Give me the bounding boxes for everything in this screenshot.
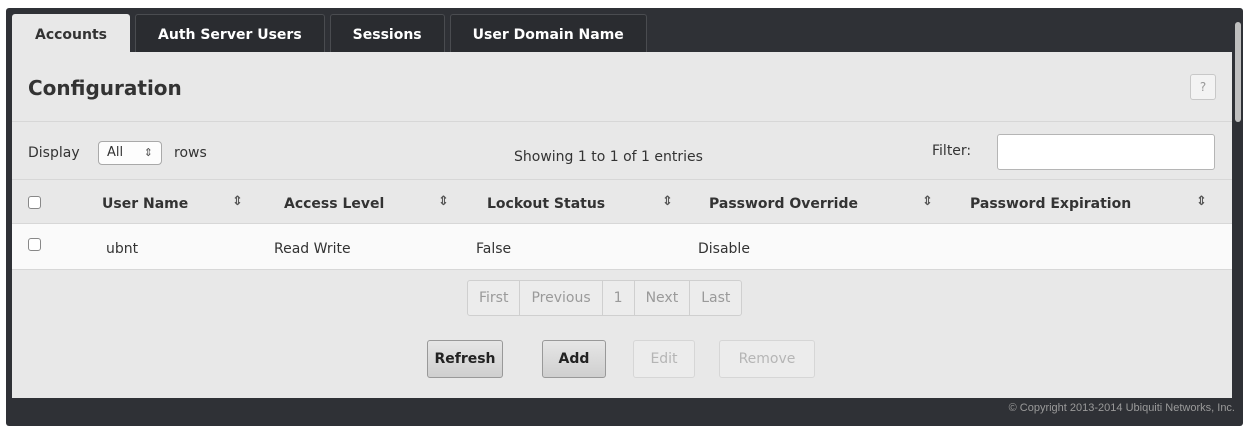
sort-icon[interactable]: ⇕ xyxy=(662,194,673,209)
select-arrows-icon: ⇕ xyxy=(143,146,153,159)
panel-header: Configuration ? xyxy=(12,52,1232,122)
sort-icon[interactable]: ⇕ xyxy=(438,194,449,209)
cell-user-name: ubnt xyxy=(106,241,139,257)
sort-icon[interactable]: ⇕ xyxy=(922,194,933,209)
tab-bar: Accounts Auth Server Users Sessions User… xyxy=(12,14,650,52)
table-controls: Display All ⇕ rows Showing 1 to 1 of 1 e… xyxy=(12,122,1232,179)
table-header: User Name ⇕ Access Level ⇕ Lockout Statu… xyxy=(12,179,1232,224)
select-all-checkbox[interactable] xyxy=(28,196,41,209)
tab-user-domain-name[interactable]: User Domain Name xyxy=(449,14,647,52)
pager-last[interactable]: Last xyxy=(690,281,741,315)
help-icon[interactable]: ? xyxy=(1190,74,1216,100)
filter-label: Filter: xyxy=(932,143,972,159)
remove-button[interactable]: Remove xyxy=(719,340,815,378)
row-checkbox[interactable] xyxy=(28,238,41,251)
edit-button[interactable]: Edit xyxy=(633,340,695,378)
add-button[interactable]: Add xyxy=(542,340,606,378)
page-title: Configuration xyxy=(28,76,182,100)
tab-sessions[interactable]: Sessions xyxy=(329,14,445,52)
display-rows-select[interactable]: All ⇕ xyxy=(98,141,162,165)
column-password-override[interactable]: Password Override xyxy=(709,196,858,212)
cell-lockout-status: False xyxy=(476,241,512,257)
sort-icon[interactable]: ⇕ xyxy=(232,194,243,209)
display-label: Display xyxy=(28,145,80,161)
copyright-footer: © Copyright 2013-2014 Ubiquiti Networks,… xyxy=(1008,402,1235,414)
tab-auth-server-users[interactable]: Auth Server Users xyxy=(135,14,325,52)
rows-label: rows xyxy=(174,145,207,161)
cell-access-level: Read Write xyxy=(274,241,351,257)
filter-input[interactable] xyxy=(997,134,1215,170)
accounts-panel: Configuration ? Display All ⇕ rows Showi… xyxy=(12,52,1232,398)
pager-next[interactable]: Next xyxy=(635,281,691,315)
entries-info: Showing 1 to 1 of 1 entries xyxy=(514,149,703,165)
pager-previous[interactable]: Previous xyxy=(520,281,603,315)
sort-icon[interactable]: ⇕ xyxy=(1196,194,1207,209)
pager-first[interactable]: First xyxy=(468,281,521,315)
pagination: First Previous 1 Next Last xyxy=(467,280,743,316)
refresh-button[interactable]: Refresh xyxy=(427,340,503,378)
column-access-level[interactable]: Access Level xyxy=(284,196,384,212)
table-row[interactable]: ubnt Read Write False Disable xyxy=(12,224,1232,270)
column-user-name[interactable]: User Name xyxy=(102,196,188,212)
tab-accounts[interactable]: Accounts xyxy=(12,14,131,52)
scrollbar[interactable] xyxy=(1235,22,1241,122)
cell-password-override: Disable xyxy=(698,241,750,257)
column-lockout-status[interactable]: Lockout Status xyxy=(487,196,605,212)
display-select-value: All xyxy=(107,145,124,160)
pager-page-1[interactable]: 1 xyxy=(603,281,635,315)
column-password-expiration[interactable]: Password Expiration xyxy=(970,196,1131,212)
